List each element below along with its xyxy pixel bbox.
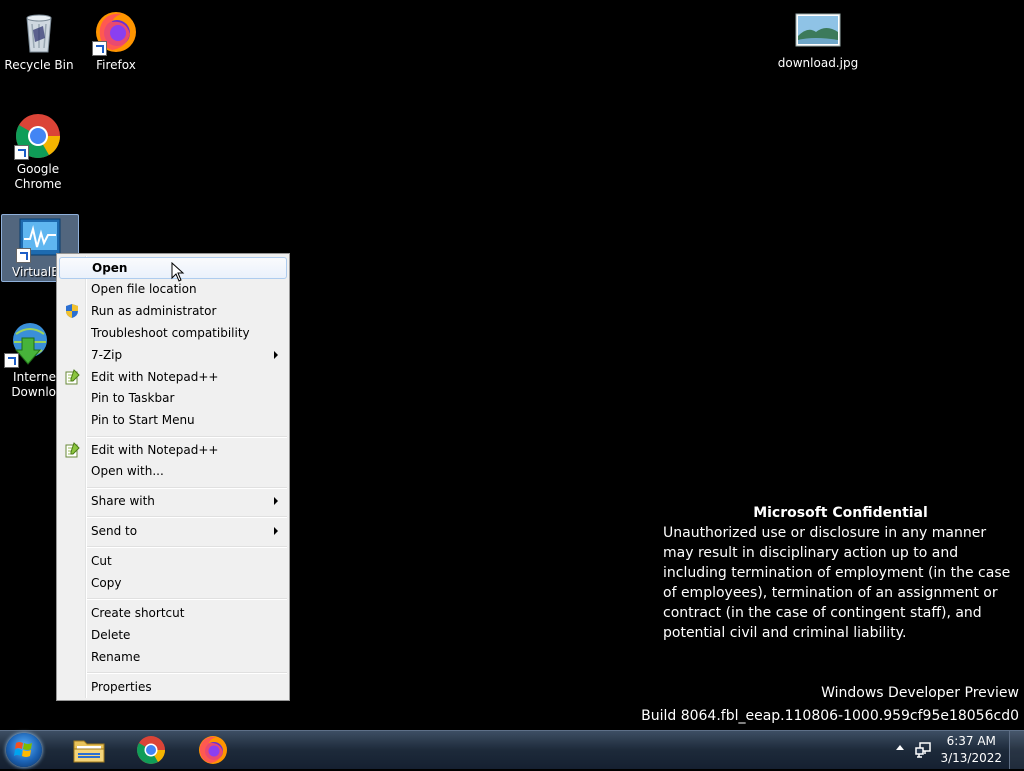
context-menu: Open Open file location Run as administr…	[56, 253, 290, 701]
menu-item-7-zip[interactable]: 7-Zip	[59, 344, 287, 366]
menu-item-share-with[interactable]: Share with	[59, 490, 287, 512]
menu-separator	[87, 487, 287, 489]
taskbar-chrome[interactable]	[126, 733, 176, 767]
menu-item-label: Run as administrator	[91, 304, 217, 318]
submenu-arrow-icon	[274, 351, 278, 359]
desktop[interactable]: Recycle Bin Firefox Google Chrome Virtua…	[0, 0, 1024, 730]
menu-item-pin-to-taskbar[interactable]: Pin to Taskbar	[59, 387, 287, 409]
menu-item-create-shortcut[interactable]: Create shortcut	[59, 602, 287, 624]
menu-item-cut[interactable]: Cut	[59, 550, 287, 572]
menu-item-label: Create shortcut	[91, 606, 185, 620]
uac-shield-icon	[64, 303, 80, 319]
shortcut-arrow-icon	[4, 353, 19, 368]
menu-item-label: Pin to Start Menu	[91, 413, 195, 427]
menu-item-copy[interactable]: Copy	[59, 572, 287, 594]
desktop-icon-label-line2: Downlo	[11, 385, 56, 399]
build-string-text: Build 8064.fbl_eeap.110806-1000.959cf95e…	[641, 708, 1019, 724]
menu-item-label: Open file location	[91, 282, 197, 296]
menu-separator	[87, 672, 287, 674]
firefox-icon	[92, 8, 140, 56]
menu-item-label: Delete	[91, 628, 131, 642]
shortcut-arrow-icon	[14, 145, 29, 160]
menu-item-edit-with-notepad-plus-plus[interactable]: Edit with Notepad++	[59, 366, 287, 388]
menu-item-delete[interactable]: Delete	[59, 624, 287, 646]
menu-item-label: Copy	[91, 576, 122, 590]
clock-time: 6:37 AM	[946, 734, 996, 748]
menu-item-label: Pin to Taskbar	[91, 391, 175, 405]
folder-icon	[73, 740, 105, 763]
menu-item-label: Edit with Notepad++	[91, 370, 219, 384]
menu-item-open-with[interactable]: Open with...	[59, 460, 287, 482]
taskbar-file-explorer[interactable]	[64, 733, 114, 767]
menu-separator	[87, 546, 287, 548]
submenu-arrow-icon	[274, 497, 278, 505]
menu-item-label: Cut	[91, 554, 112, 568]
menu-separator	[87, 516, 287, 518]
watermark-title: Microsoft Confidential	[753, 505, 928, 521]
menu-item-label: Properties	[91, 680, 152, 694]
menu-item-rename[interactable]: Rename	[59, 646, 287, 668]
desktop-icon-label-line2: Chrome	[14, 177, 62, 191]
shortcut-arrow-icon	[16, 248, 31, 263]
clock-date: 3/13/2022	[940, 751, 1002, 765]
firefox-icon	[199, 736, 227, 764]
desktop-icon-label: Firefox	[96, 58, 136, 72]
menu-item-label: Open with...	[91, 464, 164, 478]
submenu-arrow-icon	[274, 527, 278, 535]
desktop-icon-firefox[interactable]: Firefox	[78, 8, 154, 73]
menu-item-troubleshoot-compatibility[interactable]: Troubleshoot compatibility	[59, 322, 287, 344]
desktop-icon-download-jpg[interactable]: download.jpg	[772, 10, 864, 71]
windows-logo-icon	[14, 742, 32, 757]
menu-item-label: Troubleshoot compatibility	[91, 326, 250, 340]
system-tray: 6:37 AM 3/13/2022	[884, 731, 1024, 769]
menu-item-label: Rename	[91, 650, 141, 664]
internet-download-manager-icon	[4, 320, 52, 368]
menu-item-label: Share with	[91, 494, 155, 508]
mouse-cursor-icon	[171, 261, 185, 282]
menu-item-label: Send to	[91, 524, 138, 538]
taskbar-firefox[interactable]	[188, 733, 238, 767]
menu-separator	[87, 598, 287, 600]
desktop-icon-internet-download-manager[interactable]: Interne Downlo	[0, 320, 56, 400]
confidential-watermark: Microsoft Confidential Unauthorized use …	[663, 503, 1018, 643]
menu-item-properties[interactable]: Properties	[59, 676, 287, 698]
menu-separator	[87, 436, 287, 438]
notepad-plus-plus-icon	[64, 369, 80, 385]
desktop-icon-label-line1: Google	[16, 162, 60, 176]
menu-item-run-as-administrator[interactable]: Run as administrator	[59, 300, 287, 322]
desktop-icon-chrome[interactable]: Google Chrome	[0, 112, 76, 192]
desktop-icon-label-line1: Interne	[13, 370, 56, 384]
menu-item-label: Edit with Notepad++	[91, 443, 219, 457]
menu-item-send-to[interactable]: Send to	[59, 520, 287, 542]
show-hidden-icons-button[interactable]	[896, 745, 904, 750]
menu-item-label: 7-Zip	[91, 348, 123, 362]
desktop-icon-label: Recycle Bin	[4, 58, 74, 72]
notepad-plus-plus-icon	[64, 442, 80, 458]
windows-edition-text: Windows Developer Preview	[821, 685, 1019, 701]
taskbar-clock[interactable]: 6:37 AM 3/13/2022	[940, 733, 1002, 767]
image-file-icon	[794, 10, 842, 54]
shortcut-arrow-icon	[92, 41, 107, 56]
chrome-icon	[14, 112, 62, 160]
show-desktop-button[interactable]	[1009, 731, 1024, 769]
menu-item-pin-to-start-menu[interactable]: Pin to Start Menu	[59, 409, 287, 431]
watermark-body: Unauthorized use or disclosure in any ma…	[663, 525, 1011, 641]
start-button[interactable]	[6, 733, 42, 767]
menu-item-edit-with-notepad-plus-plus-2[interactable]: Edit with Notepad++	[59, 439, 287, 461]
taskbar: 6:37 AM 3/13/2022	[0, 730, 1024, 769]
menu-item-label: Open	[92, 261, 128, 275]
chrome-icon	[137, 736, 165, 764]
desktop-icon-recycle-bin[interactable]: Recycle Bin	[1, 8, 77, 73]
network-icon[interactable]	[914, 741, 932, 759]
recycle-bin-icon	[15, 8, 63, 56]
desktop-icon-label: download.jpg	[777, 56, 859, 70]
